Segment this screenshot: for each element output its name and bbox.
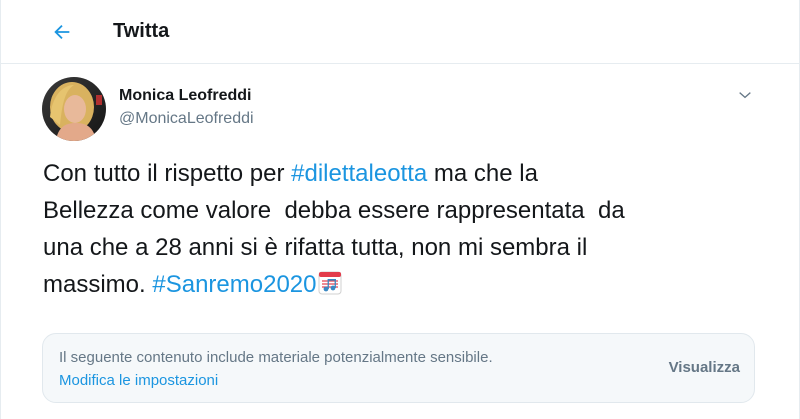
hashtag-link[interactable]: #dilettaleotta	[291, 160, 427, 187]
page-header: Twitta	[1, 0, 799, 64]
tweet-text-part: Con tutto il rispetto per	[43, 160, 292, 187]
tweet-page: Twitta Monica Leofreddi @MonicaLeofreddi…	[0, 0, 800, 419]
author-handle[interactable]: @MonicaLeofreddi	[119, 110, 254, 128]
chevron-down-icon	[739, 92, 751, 99]
back-button[interactable]	[45, 15, 79, 49]
tweet: Monica Leofreddi @MonicaLeofreddi Con tu…	[1, 65, 799, 419]
view-button[interactable]: Visualizza	[669, 359, 740, 376]
settings-link[interactable]: Modifica le impostazioni	[59, 372, 218, 389]
avatar-image	[42, 77, 106, 141]
sensitive-notice-text: Il seguente contenuto include materiale …	[59, 349, 493, 366]
sensitive-content-notice: Il seguente contenuto include materiale …	[42, 333, 755, 403]
avatar[interactable]	[42, 77, 106, 141]
hashtag-link[interactable]: #Sanremo2020	[152, 271, 316, 298]
author-name[interactable]: Monica Leofreddi	[119, 87, 251, 105]
musical-score-emoji	[318, 269, 342, 306]
arrow-left-icon	[54, 24, 70, 40]
page-title: Twitta	[113, 20, 170, 42]
tweet-menu-button[interactable]	[731, 81, 759, 109]
tweet-text: Con tutto il rispetto per #dilettaleotta…	[43, 155, 743, 306]
